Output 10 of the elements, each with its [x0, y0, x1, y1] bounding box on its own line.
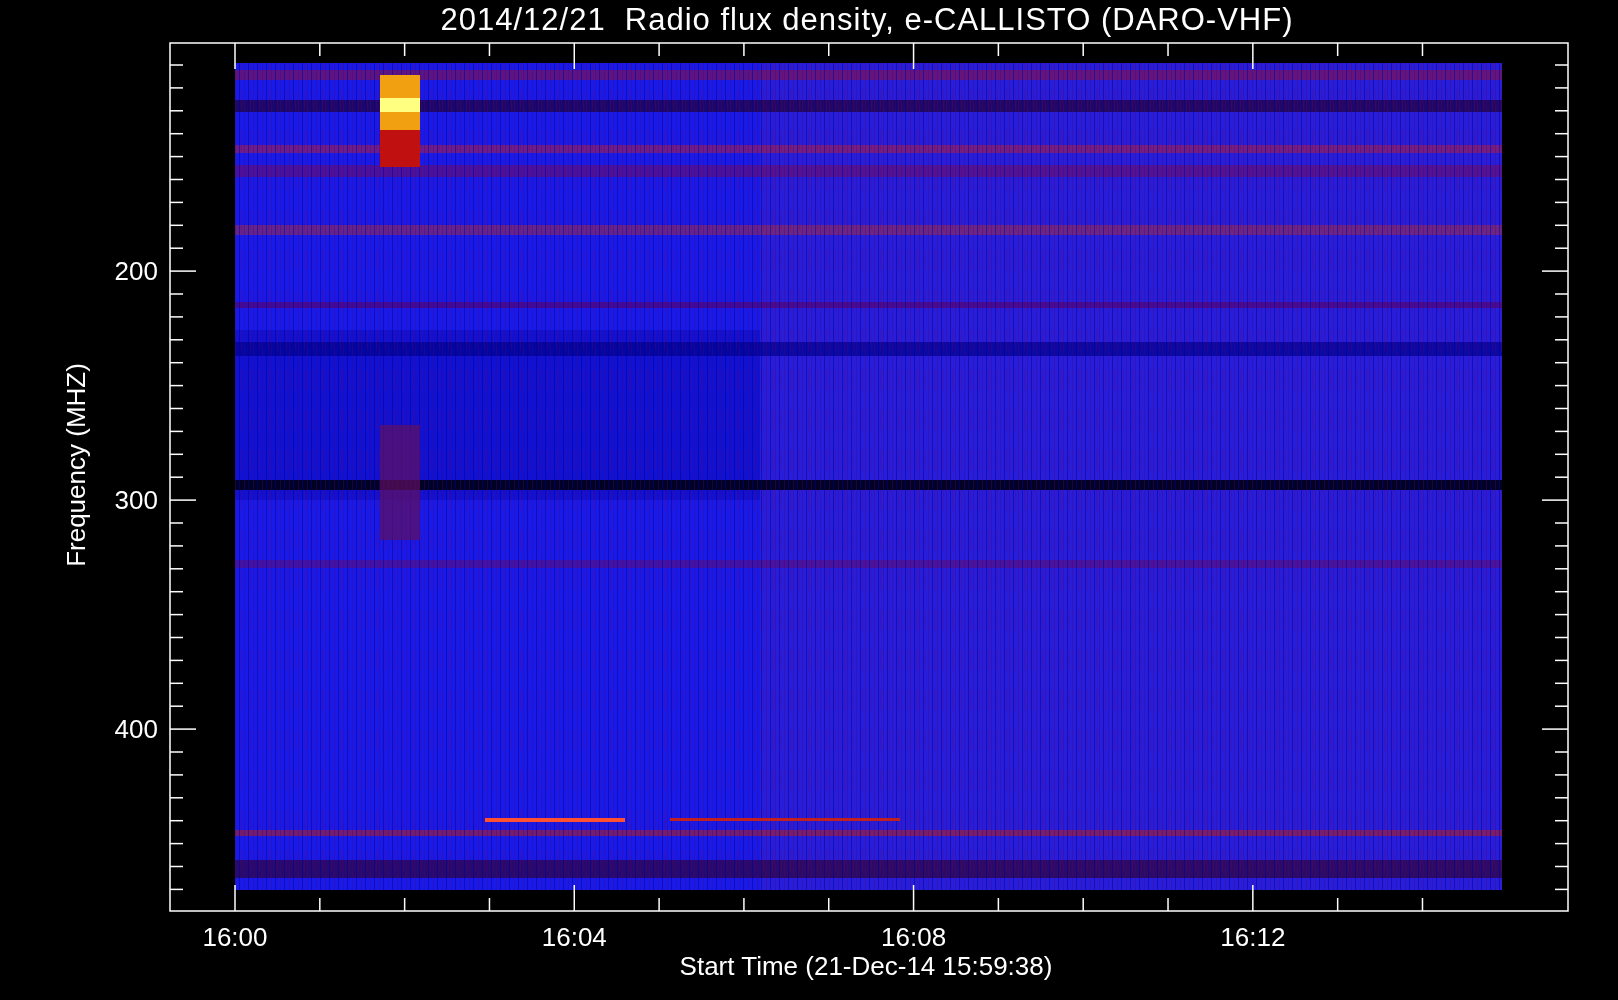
x-axis-title: Start Time (21-Dec-14 15:59:38)	[679, 951, 1053, 981]
x-tick-label: 16:12	[1220, 922, 1286, 952]
y-tick-label: 400	[114, 714, 158, 744]
x-tick-label: 16:04	[541, 922, 607, 952]
y-tick-label: 200	[114, 256, 158, 286]
y-tick-label: 300	[114, 485, 158, 515]
x-tick-label: 16:08	[881, 922, 947, 952]
y-axis-title: Frequency (MHZ)	[61, 363, 91, 567]
chart-title: 2014/12/21 Radio flux density, e-CALLISTO (DARO-VHF)	[439, 1, 1295, 39]
x-tick-label: 16:00	[202, 922, 268, 952]
